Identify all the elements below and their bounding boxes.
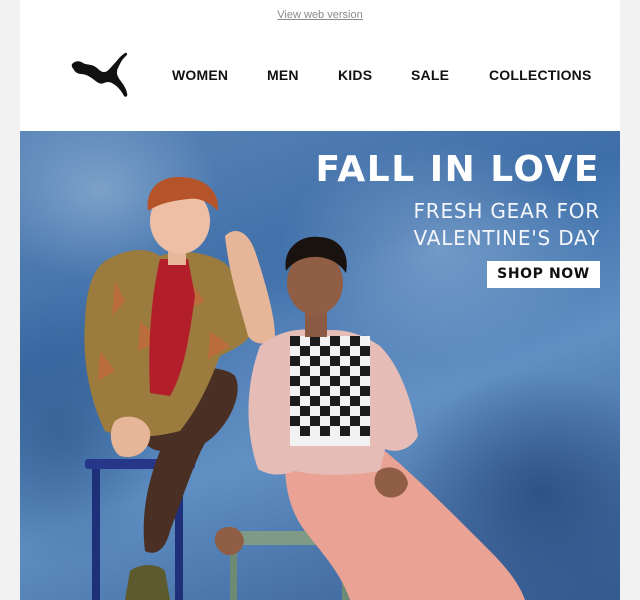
shop-now-button[interactable]: SHOP NOW [487,261,600,288]
stool-leg [92,466,100,600]
hero-headline: FALL IN LOVE [315,149,600,190]
nav-item-kids[interactable]: KIDS [338,67,372,83]
woman-checkered-top [290,336,370,446]
man-hand [110,416,151,457]
hero-subline-1: FRESH GEAR FOR [413,199,600,223]
main-nav: WOMEN MEN KIDS SALE COLLECTIONS [20,67,620,87]
man-shoe [125,565,170,600]
nav-item-collections[interactable]: COLLECTIONS [489,67,592,83]
email-container: View web version WOMEN MEN KIDS SALE COL… [20,0,620,600]
nav-item-women[interactable]: WOMEN [172,67,228,83]
view-web-version-link[interactable]: View web version [20,9,620,21]
nav-item-sale[interactable]: SALE [411,67,449,83]
hero-subline-2: VALENTINE'S DAY [413,226,600,250]
hero-banner[interactable]: FALL IN LOVE FRESH GEAR FOR VALENTINE'S … [20,131,620,600]
nav-item-men[interactable]: MEN [267,67,299,83]
